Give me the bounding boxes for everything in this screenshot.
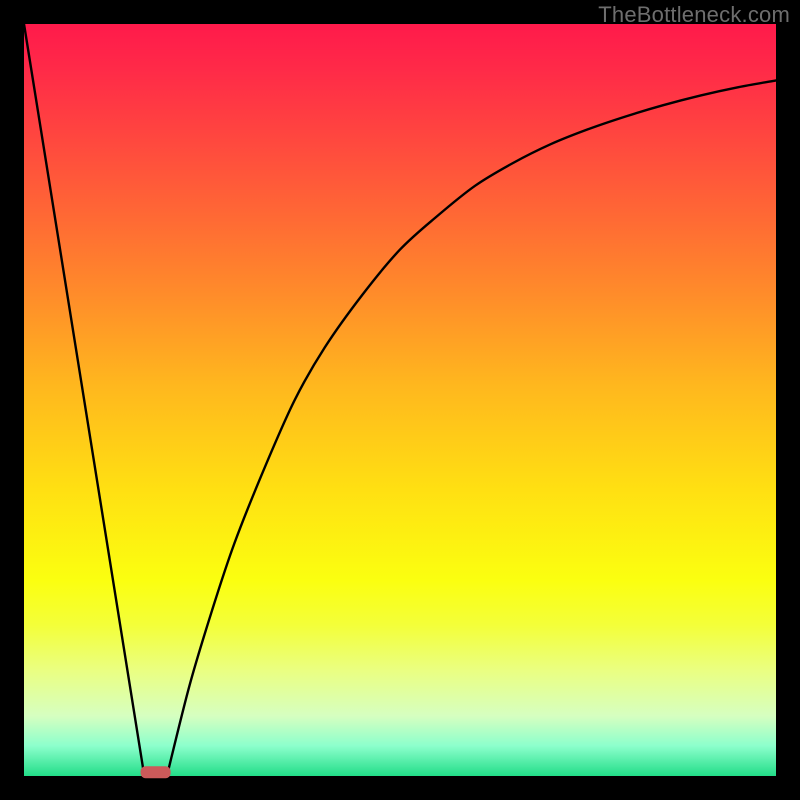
minimum-marker — [141, 766, 171, 778]
watermark-label: TheBottleneck.com — [598, 2, 790, 28]
chart-overlay — [0, 0, 800, 800]
curve-group — [24, 24, 776, 776]
chart-frame: TheBottleneck.com — [0, 0, 800, 800]
curve-right-rise — [167, 80, 776, 776]
curve-left-descent — [24, 24, 144, 776]
